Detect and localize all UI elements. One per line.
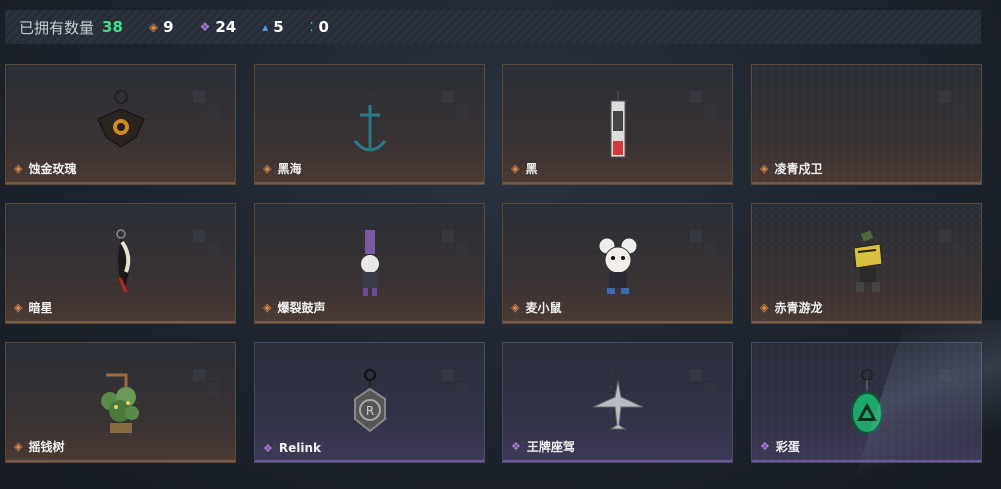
pendant-name: 王牌座驾 [526, 440, 575, 454]
pendant-name: 彩蛋 [775, 440, 800, 454]
feather-pendant-icon [115, 229, 130, 293]
pendant-card[interactable]: ◈ 暗星 [5, 203, 236, 324]
stat-blue: ▴ 5 [262, 18, 283, 36]
stat-green-value: 0 [318, 18, 329, 36]
card-decoration [939, 369, 969, 399]
card-decoration [442, 230, 472, 260]
purple-diamond-icon: ❖ [199, 20, 211, 34]
pendant-name: 黑海 [277, 162, 302, 176]
pendant-name: 赤青游龙 [774, 301, 823, 315]
stat-orange-value: 9 [163, 18, 174, 36]
pendant-grid: ◈ 蚀金玫瑰 ◈ 黑海 ◈ 黑 ◈ 凌青戍卫 ◈ 暗星 ◈ 爆裂鼓声 ◈ 麦小鼠… [5, 64, 985, 464]
money-tree-pendant-icon [100, 373, 139, 433]
purple-diamond-icon: ❖ [760, 440, 770, 453]
card-decoration [690, 230, 720, 260]
orange-diamond-icon: ◈ [263, 162, 272, 175]
orange-diamond-icon: ◈ [263, 301, 272, 314]
stat-purple-value: 24 [215, 18, 237, 36]
pendant-card[interactable]: ◈ 黑 [502, 64, 733, 185]
blue-chevron-icon: ▴ [262, 20, 269, 34]
pendant-name: 麦小鼠 [525, 301, 562, 315]
orange-diamond-icon: ◈ [148, 20, 159, 34]
purple-diamond-icon: ❖ [263, 441, 273, 455]
stat-purple: ❖ 24 [200, 18, 237, 36]
card-decoration [193, 230, 223, 260]
triangle-pendant-icon [850, 369, 883, 434]
pendant-name: 爆裂鼓声 [277, 301, 326, 315]
purple-diamond-icon: ❖ [511, 440, 521, 453]
orange-diamond-icon: ◈ [14, 301, 23, 314]
card-decoration [939, 91, 969, 121]
rose-pendant-icon [96, 90, 145, 148]
jet-pendant-icon [592, 369, 643, 430]
stat-blue-value: 5 [273, 18, 284, 36]
card-decoration [690, 91, 720, 121]
orange-diamond-icon: ◈ [14, 162, 23, 175]
owned-count-value: 38 [102, 18, 123, 36]
green-dots-icon: ⁚ [309, 20, 314, 34]
stat-orange: ◈ 9 [149, 18, 174, 36]
mouse-pendant-icon [598, 237, 637, 294]
pendant-card[interactable]: ◈ 蚀金玫瑰 [5, 64, 236, 185]
pendant-card[interactable]: ◈ 摇钱树 [5, 342, 236, 463]
card-decoration [939, 230, 969, 260]
owned-count-label: 已拥有数量 [19, 18, 95, 37]
relink-pendant-icon: R [353, 369, 386, 433]
pendant-card[interactable]: ❖ 王牌座驾 [502, 342, 733, 463]
pendant-card[interactable]: ◈ 赤青游龙 [751, 203, 982, 324]
pendant-card[interactable]: ◈ 凌青戍卫 [751, 64, 982, 185]
tag-pendant-icon [610, 91, 625, 158]
card-decoration [193, 91, 223, 121]
pendant-name: Relink [278, 441, 322, 455]
card-decoration [193, 369, 223, 399]
pendant-name: 凌青戍卫 [774, 162, 823, 176]
orange-diamond-icon: ◈ [511, 301, 520, 314]
orange-diamond-icon: ◈ [760, 162, 769, 175]
figure-pendant-icon [360, 230, 379, 296]
pendant-card[interactable]: ❖ 彩蛋 [751, 342, 982, 463]
card-decoration [690, 369, 720, 399]
orange-diamond-icon: ◈ [14, 440, 23, 453]
collection-summary-bar: 已拥有数量 38 ◈ 9 ❖ 24 ▴ 5 ⁚ 0 [5, 10, 981, 44]
svg-text:R: R [365, 404, 373, 418]
pendant-name: 蚀金玫瑰 [28, 162, 77, 176]
pendant-name: 摇钱树 [28, 440, 65, 454]
pendant-card[interactable]: ◈ 麦小鼠 [502, 203, 733, 324]
dragon-pendant-icon [852, 230, 883, 292]
stat-green: ⁚ 0 [310, 18, 329, 36]
orange-diamond-icon: ◈ [511, 162, 520, 175]
pendant-name: 暗星 [28, 301, 53, 315]
card-decoration [442, 91, 472, 121]
pendant-card[interactable]: R ❖ Relink [254, 342, 485, 463]
pendant-name: 黑 [525, 162, 538, 176]
orange-diamond-icon: ◈ [760, 301, 769, 314]
pendant-card[interactable]: ◈ 黑海 [254, 64, 485, 185]
pendant-card[interactable]: ◈ 爆裂鼓声 [254, 203, 485, 324]
anchor-pendant-icon [353, 93, 386, 152]
card-decoration [442, 369, 472, 399]
